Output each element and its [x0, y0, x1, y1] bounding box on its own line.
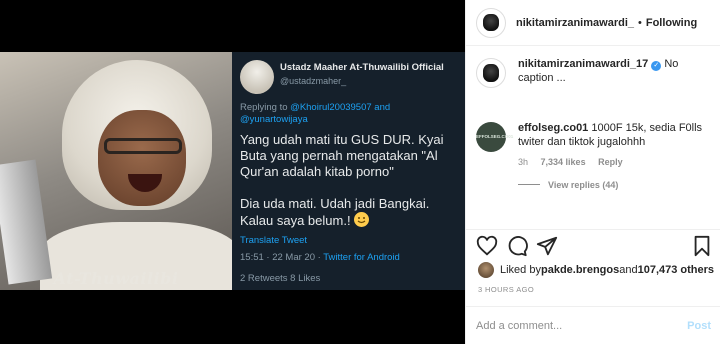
comment-username[interactable]: effolseg.co01 — [518, 122, 588, 134]
tweet-replying-to: Replying to @Khoirul20039507 and @yunart… — [240, 102, 391, 125]
avatar — [478, 262, 494, 278]
reply-button[interactable]: Reply — [598, 157, 623, 167]
comment-meta: 3h 7,334 likes Reply — [518, 156, 708, 170]
tweet-stats: 2 Retweets 8 Likes — [240, 273, 321, 284]
header-separator: • — [638, 16, 642, 29]
comment-username[interactable]: nikitamirzanimawardi_17 — [518, 58, 648, 70]
list-item: EFFOLSEG.CO01 effolseg.co01 1000F 15k, s… — [466, 122, 720, 170]
divider — [518, 184, 540, 185]
tweet-text: Yang udah mati itu GUS DUR. Kyai Buta ya… — [240, 132, 444, 228]
caption-comment: nikitamirzanimawardi_17 ✓ No caption ... — [466, 58, 720, 88]
post-timestamp[interactable]: 3 HOURS AGO — [478, 285, 534, 294]
tweet-source: Twitter for Android — [323, 252, 400, 263]
tweet-header: Ustadz Maaher At-Thuwailibi Official @us… — [240, 60, 459, 94]
comment-age: 3h — [518, 157, 529, 167]
likes-count[interactable]: 107,473 others — [638, 264, 714, 276]
tweet-screenshot: Ustadz Maaher At-Thuwailibi Official @us… — [232, 52, 465, 290]
liked-by-user[interactable]: pakde.brengos — [541, 264, 619, 276]
avatar[interactable] — [476, 58, 506, 88]
translate-tweet-link: Translate Tweet — [240, 235, 308, 246]
post-media[interactable]: At-Thuwailibi Ustadz Maaher At-Thuwailib… — [0, 0, 465, 344]
smile-emoji-icon — [354, 212, 370, 227]
tweet-timestamp: 15:51 · 22 Mar 20 · Twitter for Android — [240, 252, 400, 263]
post-header: nikitamirzanimawardi_ • Following — [466, 0, 720, 46]
comment-likes[interactable]: 7,334 likes — [541, 157, 586, 167]
tweet-author-name: Ustadz Maaher At-Thuwailibi Official — [280, 62, 444, 73]
add-comment-bar: Add a comment... Post — [466, 306, 720, 344]
tweet-avatar — [240, 60, 274, 94]
post-author-username[interactable]: nikitamirzanimawardi_ — [516, 17, 634, 29]
view-replies-button[interactable]: View replies (44) — [518, 180, 720, 190]
post-button[interactable]: Post — [687, 320, 711, 332]
heart-icon[interactable] — [476, 235, 498, 257]
comment-icon[interactable] — [506, 235, 528, 257]
avatar[interactable]: EFFOLSEG.CO01 — [476, 122, 513, 152]
bookmark-icon[interactable] — [691, 235, 713, 257]
comments-list[interactable]: nikitamirzanimawardi_17 ✓ No caption ...… — [466, 58, 720, 228]
tweet-author-handle: @ustadzmaher_ — [280, 76, 347, 86]
photo-caption: At-Thuwailibi — [53, 269, 179, 288]
avatar[interactable] — [476, 7, 506, 38]
comment-input[interactable]: Add a comment... — [476, 320, 687, 332]
action-bar — [466, 229, 720, 259]
post-side-panel: nikitamirzanimawardi_ • Following nikita… — [465, 0, 720, 344]
speaker-photo: At-Thuwailibi — [0, 52, 232, 290]
share-icon[interactable] — [536, 235, 558, 257]
following-button[interactable]: Following — [646, 17, 697, 29]
instagram-post-modal: At-Thuwailibi Ustadz Maaher At-Thuwailib… — [0, 0, 720, 344]
likes-summary: Liked by pakde.brengos and 107,473 other… — [478, 262, 714, 278]
verified-badge-icon: ✓ — [651, 61, 662, 71]
